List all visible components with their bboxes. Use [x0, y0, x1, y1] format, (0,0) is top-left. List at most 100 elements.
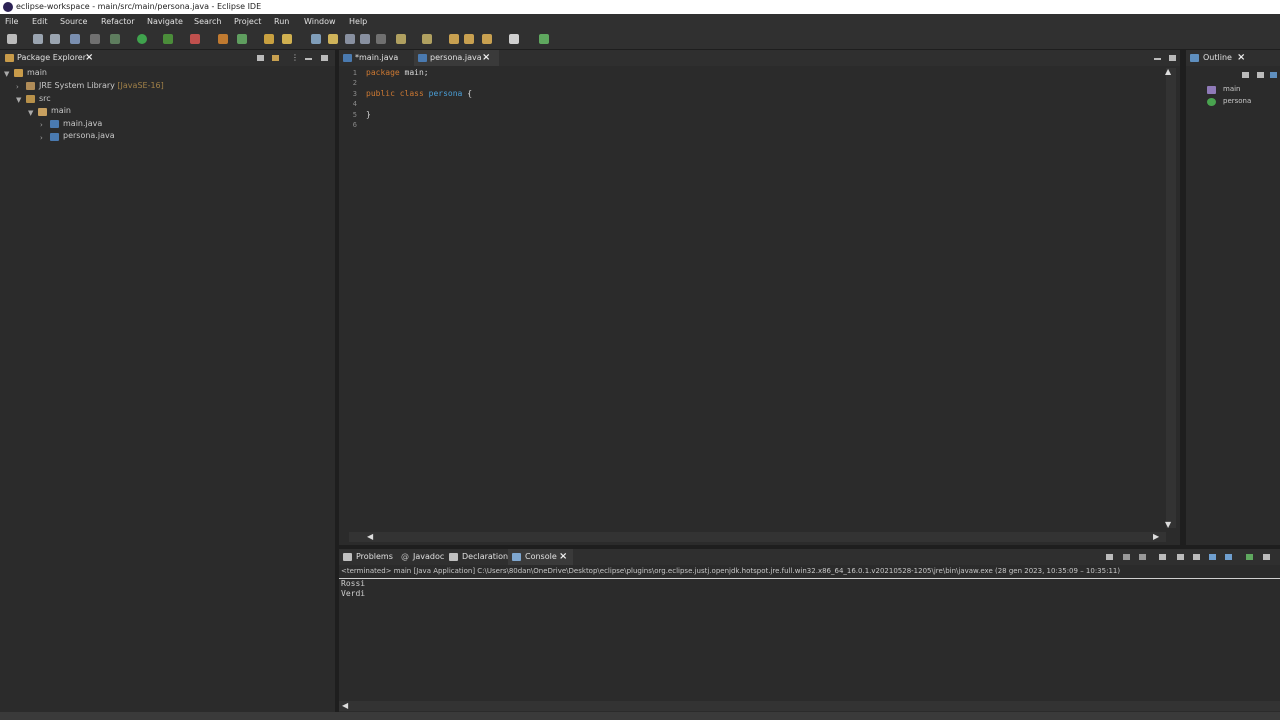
package-icon — [38, 108, 47, 116]
minimize-icon[interactable] — [1154, 58, 1161, 60]
tree-item-jre[interactable]: JRE System Library [JavaSE-16] — [39, 80, 164, 92]
line-number: 6 — [352, 121, 357, 129]
chevron-right-icon[interactable]: › — [16, 83, 19, 91]
scroll-left-icon[interactable]: ◀ — [342, 701, 348, 710]
open-console-icon[interactable] — [1246, 554, 1253, 560]
scroll-up-icon[interactable]: ▲ — [1165, 67, 1171, 76]
edit-icon[interactable] — [328, 34, 338, 44]
scroll-left-icon[interactable]: ◀ — [367, 532, 373, 541]
chevron-down-icon[interactable]: ▼ — [16, 96, 21, 104]
menu-source[interactable]: Source — [60, 14, 87, 29]
tree-item-file[interactable]: main.java — [63, 118, 102, 130]
collapse-all-icon[interactable] — [257, 55, 264, 61]
code-line-5[interactable]: } — [366, 110, 371, 120]
horizontal-scrollbar[interactable] — [339, 701, 1280, 711]
tree-item-package[interactable]: main — [51, 105, 71, 117]
main-toolbar — [0, 29, 1280, 50]
block-selection-icon[interactable] — [345, 34, 355, 44]
last-edit-icon[interactable] — [449, 34, 459, 44]
collapse-all-icon[interactable] — [1242, 72, 1249, 78]
clear-console-icon[interactable] — [1159, 554, 1166, 560]
link-with-editor-icon[interactable] — [272, 55, 279, 61]
scroll-down-icon[interactable]: ▼ — [1165, 520, 1171, 529]
tab-console[interactable]: Console — [525, 549, 557, 565]
package-decl-icon — [1207, 86, 1216, 94]
chevron-down-icon[interactable]: ▼ — [28, 109, 33, 117]
new-java-project-icon[interactable] — [218, 34, 228, 44]
pin-editor-icon[interactable] — [539, 34, 549, 44]
external-tools-icon[interactable] — [190, 34, 200, 44]
menu-navigate[interactable]: Navigate — [147, 14, 183, 29]
chevron-down-icon[interactable]: ▼ — [4, 70, 9, 78]
tab-persona-java[interactable]: persona.java — [430, 50, 482, 66]
minimize-icon[interactable] — [305, 58, 312, 60]
menu-edit[interactable]: Edit — [32, 14, 48, 29]
terminal-icon[interactable] — [70, 34, 80, 44]
maximize-icon[interactable] — [1169, 55, 1176, 61]
new-icon[interactable] — [7, 34, 17, 44]
search-icon[interactable] — [282, 34, 292, 44]
show-whitespace-icon[interactable] — [360, 34, 370, 44]
open-type-icon[interactable] — [264, 34, 274, 44]
forward-edit-icon[interactable] — [464, 34, 474, 44]
editor-area: *main.java persona.java × ▲ ▼ ◀ ▶ — [339, 50, 1180, 545]
sort-icon[interactable] — [1257, 72, 1264, 78]
tree-item-file[interactable]: persona.java — [63, 130, 115, 142]
window-title: eclipse-workspace - main/src/main/person… — [16, 2, 262, 11]
outline-tab[interactable]: Outline — [1203, 50, 1232, 66]
display-console-icon[interactable] — [1225, 554, 1232, 560]
tab-problems[interactable]: Problems — [356, 549, 393, 565]
skip-breakpoints-icon[interactable] — [90, 34, 100, 44]
outline-item[interactable]: main — [1223, 83, 1241, 95]
filter-icon[interactable] — [1270, 72, 1277, 78]
close-icon[interactable]: × — [559, 549, 567, 565]
save-icon[interactable] — [33, 34, 43, 44]
back-icon[interactable] — [482, 34, 492, 44]
menu-search[interactable]: Search — [194, 14, 221, 29]
new-package-icon[interactable] — [237, 34, 247, 44]
view-menu-icon[interactable]: ⋮ — [291, 50, 299, 66]
save-all-icon[interactable] — [50, 34, 60, 44]
debug-icon[interactable] — [110, 34, 120, 44]
menu-run[interactable]: Run — [274, 14, 289, 29]
code-line-3[interactable]: public class persona { — [366, 89, 472, 99]
code-line-1[interactable]: package main; — [366, 68, 429, 78]
chevron-right-icon[interactable]: › — [40, 134, 43, 142]
word-wrap-icon[interactable] — [1193, 554, 1200, 560]
tab-main-java[interactable]: *main.java — [355, 50, 398, 66]
word-wrap-icon[interactable] — [376, 34, 386, 44]
terminate-icon[interactable] — [1106, 554, 1113, 560]
menu-project[interactable]: Project — [234, 14, 261, 29]
scroll-right-icon[interactable]: ▶ — [1153, 532, 1159, 541]
scroll-lock-icon[interactable] — [1177, 554, 1184, 560]
remove-launch-icon[interactable] — [1123, 554, 1130, 560]
prev-annotation-icon[interactable] — [422, 34, 432, 44]
menu-window[interactable]: Window — [304, 14, 336, 29]
horizontal-scrollbar[interactable] — [349, 532, 1166, 542]
menu-help[interactable]: Help — [349, 14, 367, 29]
tree-item-project[interactable]: main — [27, 67, 47, 79]
package-explorer-tab[interactable]: Package Explorer — [17, 50, 86, 66]
chevron-right-icon[interactable]: › — [40, 121, 43, 129]
close-icon[interactable]: × — [85, 50, 93, 66]
vertical-scrollbar[interactable] — [1166, 68, 1176, 528]
outline-item[interactable]: persona — [1223, 95, 1251, 107]
forward-icon[interactable] — [509, 34, 519, 44]
remove-all-icon[interactable] — [1139, 554, 1146, 560]
toggle-mark-occurrences-icon[interactable] — [311, 34, 321, 44]
menu-file[interactable]: File — [5, 14, 18, 29]
close-icon[interactable]: × — [1237, 50, 1245, 66]
close-icon[interactable]: × — [482, 50, 490, 66]
next-annotation-icon[interactable] — [396, 34, 406, 44]
tab-declaration[interactable]: Declaration — [462, 549, 508, 565]
console-status: <terminated> main [Java Application] C:\… — [341, 567, 1121, 575]
pin-console-icon[interactable] — [1209, 554, 1216, 560]
tab-javadoc[interactable]: Javadoc — [413, 549, 444, 565]
tree-item-src[interactable]: src — [39, 93, 51, 105]
coverage-icon[interactable] — [163, 34, 173, 44]
console-icon — [512, 553, 521, 561]
maximize-icon[interactable] — [321, 55, 328, 61]
minimize-icon[interactable] — [1263, 554, 1270, 560]
run-icon[interactable] — [137, 34, 147, 44]
menu-refactor[interactable]: Refactor — [101, 14, 135, 29]
